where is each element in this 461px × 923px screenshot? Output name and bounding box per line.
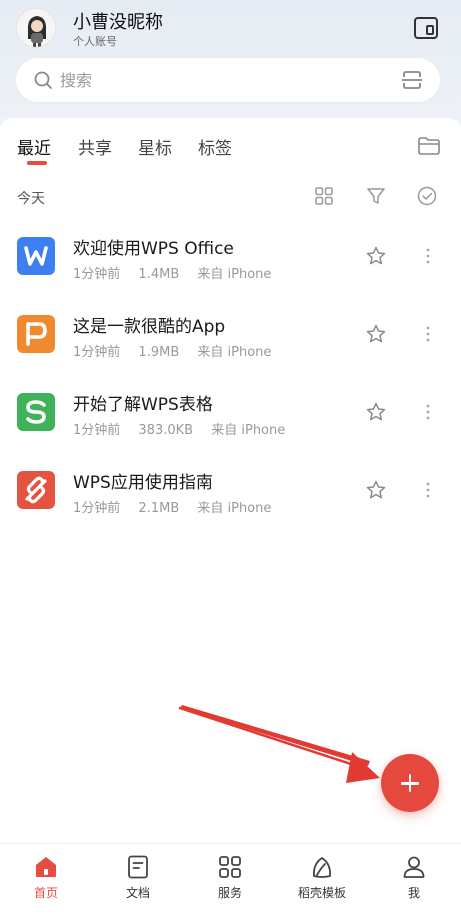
main-panel: 最近 共享 星标 标签 今天 欢迎使用WPS Office 1分钟前 1.4MB… xyxy=(0,118,461,843)
nav-item-templates[interactable]: 稻壳模板 xyxy=(276,844,368,923)
tab-shared[interactable]: 共享 xyxy=(78,134,112,159)
account-type: 个人账号 xyxy=(73,35,117,48)
file-source: 来自 iPhone xyxy=(197,345,272,360)
avatar[interactable] xyxy=(16,8,56,48)
plus-icon-vertical xyxy=(408,774,412,792)
wps-spreadsheet-icon xyxy=(17,393,55,431)
list-item[interactable]: 欢迎使用WPS Office 1分钟前 1.4MB 来自 iPhone xyxy=(0,218,461,296)
create-new-button[interactable] xyxy=(381,754,439,812)
select-check-icon[interactable] xyxy=(416,185,438,207)
file-name: 欢迎使用WPS Office xyxy=(73,239,234,259)
nav-item-documents[interactable]: 文档 xyxy=(92,844,184,923)
file-time: 1分钟前 xyxy=(73,501,121,516)
wps-writer-icon xyxy=(17,237,55,275)
scan-icon[interactable] xyxy=(401,69,423,91)
user-icon xyxy=(401,854,427,880)
section-label-today: 今天 xyxy=(17,191,45,207)
list-item[interactable]: 这是一款很酷的App 1分钟前 1.9MB 来自 iPhone xyxy=(0,296,461,374)
nav-label: 稻壳模板 xyxy=(297,886,346,900)
more-options-icon[interactable] xyxy=(420,480,436,500)
more-options-icon[interactable] xyxy=(420,324,436,344)
filter-icon[interactable] xyxy=(365,185,387,207)
grid-view-icon[interactable] xyxy=(313,185,335,207)
file-name: WPS应用使用指南 xyxy=(73,473,213,493)
file-time: 1分钟前 xyxy=(73,423,121,438)
file-meta: 1分钟前 383.0KB 来自 iPhone xyxy=(73,419,299,438)
file-meta: 1分钟前 1.9MB 来自 iPhone xyxy=(73,341,285,360)
nav-item-me[interactable]: 我 xyxy=(368,844,460,923)
nav-label: 文档 xyxy=(125,886,150,900)
search-input[interactable] xyxy=(60,68,360,92)
file-source: 来自 iPhone xyxy=(211,423,286,438)
file-source: 来自 iPhone xyxy=(197,501,272,516)
file-name: 开始了解WPS表格 xyxy=(73,395,213,415)
file-size: 1.9MB xyxy=(138,345,180,360)
more-options-icon[interactable] xyxy=(420,246,436,266)
file-meta: 1分钟前 2.1MB 来自 iPhone xyxy=(73,497,285,516)
folder-icon[interactable] xyxy=(417,135,441,157)
nav-label: 服务 xyxy=(217,886,242,900)
search-bar[interactable] xyxy=(16,58,440,102)
star-icon[interactable] xyxy=(365,479,387,501)
file-size: 2.1MB xyxy=(138,501,180,516)
tab-active-indicator xyxy=(27,161,47,165)
tablet-switch-icon[interactable] xyxy=(413,16,439,40)
grid-icon xyxy=(217,854,243,880)
tab-recent[interactable]: 最近 xyxy=(17,134,51,159)
file-meta: 1分钟前 1.4MB 来自 iPhone xyxy=(73,263,285,282)
file-size: 383.0KB xyxy=(138,423,194,438)
document-icon xyxy=(125,854,151,880)
star-icon[interactable] xyxy=(365,323,387,345)
leaf-icon xyxy=(309,854,335,880)
nav-label: 首页 xyxy=(33,886,58,900)
file-source: 来自 iPhone xyxy=(197,267,272,282)
wps-pdf-icon xyxy=(17,471,55,509)
file-time: 1分钟前 xyxy=(73,267,121,282)
tab-starred[interactable]: 星标 xyxy=(138,134,172,159)
nav-item-services[interactable]: 服务 xyxy=(184,844,276,923)
file-tabs: 最近 共享 星标 标签 xyxy=(0,118,461,168)
list-item[interactable]: 开始了解WPS表格 1分钟前 383.0KB 来自 iPhone xyxy=(0,374,461,452)
star-icon[interactable] xyxy=(365,401,387,423)
file-name: 这是一款很酷的App xyxy=(73,317,226,337)
bottom-nav: 首页 文档 服务 稻壳模板 我 xyxy=(0,843,461,923)
search-icon xyxy=(33,70,53,90)
user-name[interactable]: 小曹没昵称 xyxy=(73,8,163,34)
list-item[interactable]: WPS应用使用指南 1分钟前 2.1MB 来自 iPhone xyxy=(0,452,461,530)
nav-label: 我 xyxy=(407,886,420,900)
star-icon[interactable] xyxy=(365,245,387,267)
tab-tags[interactable]: 标签 xyxy=(198,134,232,159)
wps-presentation-icon xyxy=(17,315,55,353)
file-time: 1分钟前 xyxy=(73,345,121,360)
home-icon xyxy=(33,854,59,880)
file-size: 1.4MB xyxy=(138,267,180,282)
avatar-illustration xyxy=(17,9,55,47)
header: 小曹没昵称 个人账号 xyxy=(0,0,461,60)
more-options-icon[interactable] xyxy=(420,402,436,422)
nav-item-home[interactable]: 首页 xyxy=(0,844,92,923)
